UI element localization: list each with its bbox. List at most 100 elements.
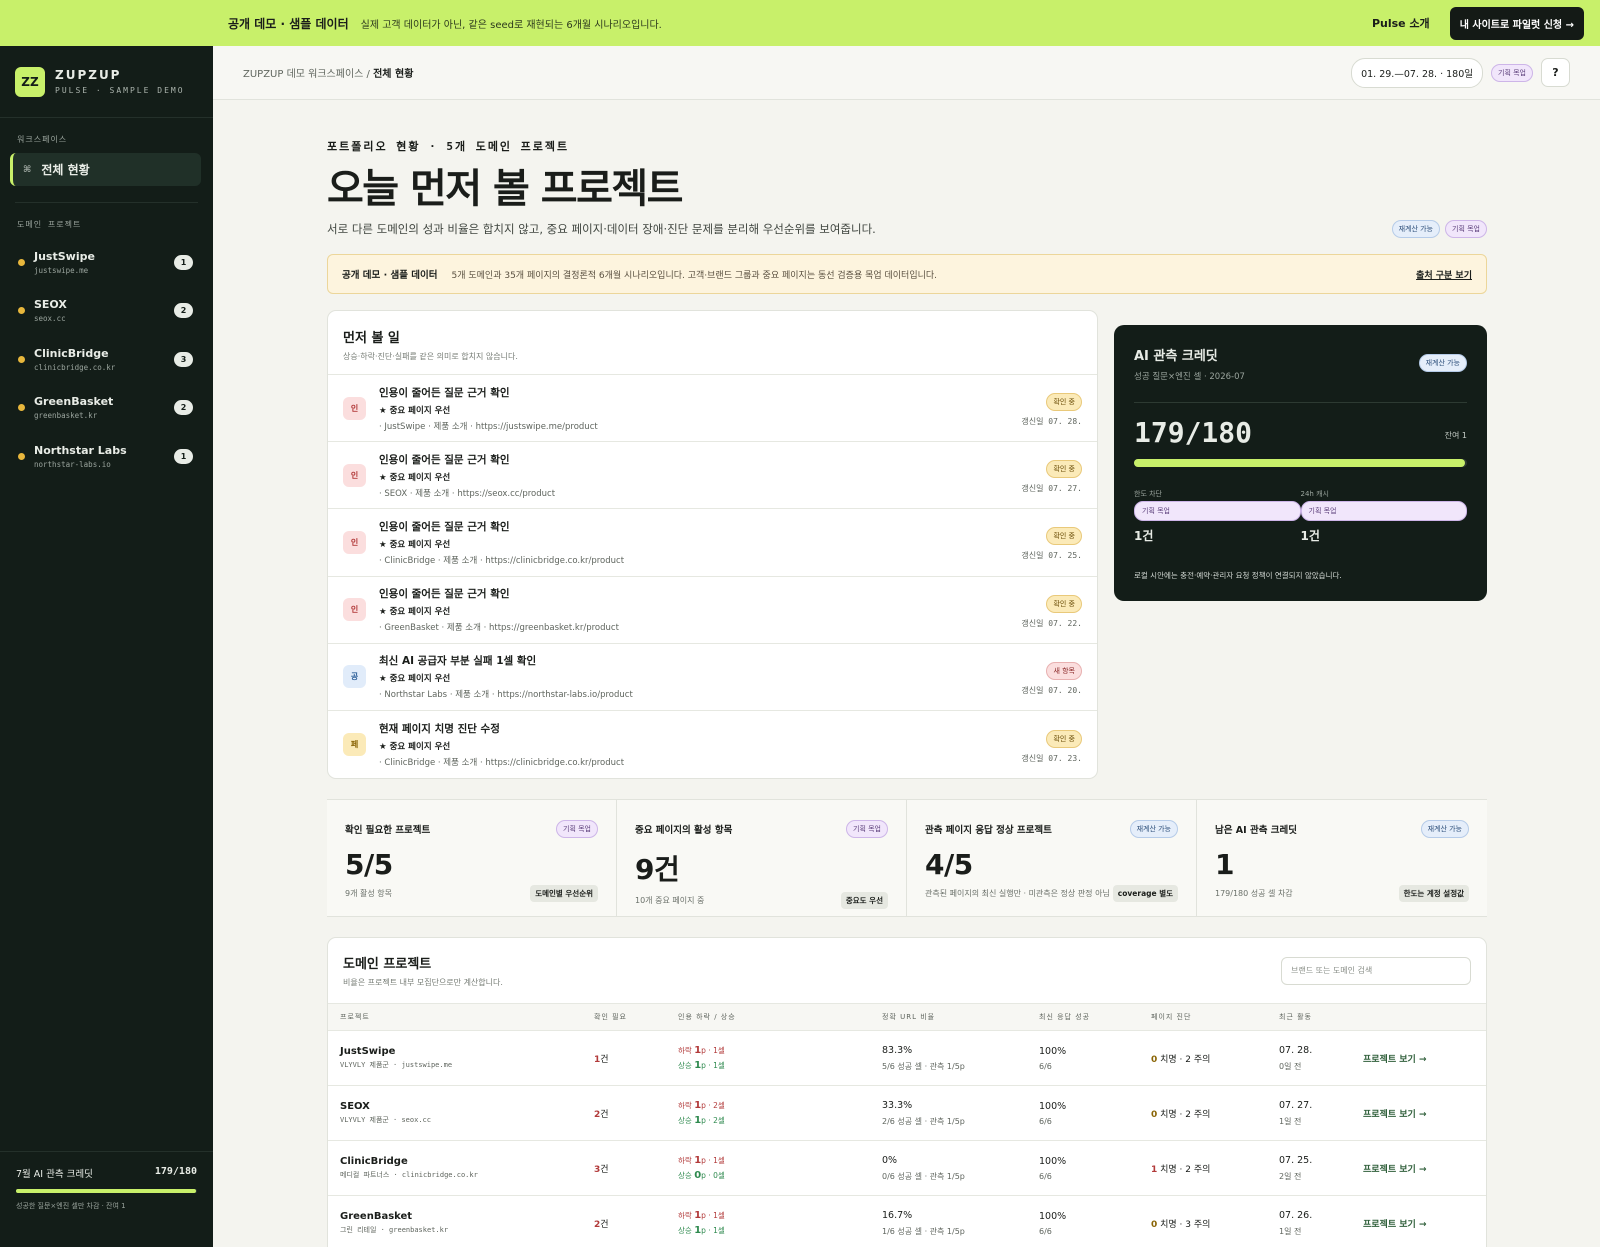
project-name: SEOX (34, 298, 67, 312)
view-project-link[interactable]: 프로젝트 보기 → (1363, 1217, 1427, 1230)
view-project-link[interactable]: 프로젝트 보기 → (1363, 1107, 1427, 1120)
sidebar-item-project[interactable]: SEOX seox.cc 2 (0, 287, 213, 336)
help-button[interactable]: ? (1541, 58, 1570, 87)
confirm-count: 2건 (594, 1109, 609, 1120)
task-title: 인용이 줄어든 질문 근거 확인 (379, 453, 510, 466)
kpi-strip: 확인 필요한 프로젝트 기획 목업 5/5 9개 활성 항목 도메인별 우선순위… (327, 799, 1487, 918)
response-detail: 6/6 (1039, 1226, 1052, 1236)
recalc-tag: 재계산 가능 (1391, 220, 1440, 238)
task-source: · Northstar Labs · 제품 소개 · https://north… (379, 690, 633, 701)
mock-tag: 기획 목업 (1491, 63, 1533, 82)
response-success: 100% (1039, 1045, 1067, 1057)
task-date: 갱신일 07. 25. (1021, 551, 1082, 561)
status-badge: 확인 중 (1046, 527, 1082, 546)
table-row[interactable]: ClinicBridge 메디컬 파트너스 · clinicbridge.co.… (328, 1141, 1486, 1197)
source-breakdown-link[interactable]: 출처 구분 보기 (1416, 268, 1472, 281)
citation-down: 하락 1p · 1셀 (678, 1210, 725, 1222)
task-item[interactable]: 인 인용이 줄어든 질문 근거 확인 ★ 중요 페이지 우선 · ClinicB… (328, 509, 1097, 577)
url-ratio: 83.3% (882, 1044, 913, 1056)
brand-name: ZUPZUP (55, 68, 122, 82)
task-item[interactable]: 인 인용이 줄어든 질문 근거 확인 ★ 중요 페이지 우선 · SEOX · … (328, 442, 1097, 510)
view-project-link[interactable]: 프로젝트 보기 → (1363, 1052, 1427, 1065)
page-diagnosis: 0 치명 · 2 주의 (1151, 1054, 1211, 1065)
kpi-card: 남은 AI 관측 크레딧 재계산 가능 1 179/180 성공 셀 차감 한도… (1197, 800, 1487, 916)
project-name: GreenBasket (340, 1211, 413, 1223)
view-project-link[interactable]: 프로젝트 보기 → (1363, 1162, 1427, 1175)
task-type-icon: 공 (343, 665, 366, 689)
project-name: JustSwipe (340, 1046, 396, 1058)
kpi-tag: 기획 목업 (846, 820, 888, 839)
task-source: · ClinicBridge · 제품 소개 · https://clinicb… (379, 758, 625, 769)
kpi-label: 관측 페이지 응답 정상 프로젝트 (925, 825, 1052, 837)
project-name: SEOX (340, 1101, 370, 1113)
breadcrumb-root[interactable]: ZUPZUP 데모 워크스페이스 (243, 69, 363, 80)
status-dot (18, 355, 25, 363)
table-row[interactable]: GreenBasket 그린 리테일 · greenbasket.kr 2건 하… (328, 1196, 1486, 1247)
notice-title: 공개 데모 · 샘플 데이터 (342, 270, 438, 281)
date-range-picker[interactable]: 01. 29.—07. 28. · 180일 (1351, 57, 1483, 88)
credit-policy-note: 로컬 시안에는 충전·예약·관리자 요청 정책이 연결되지 않았습니다. (1134, 571, 1342, 580)
confirm-count: 1건 (594, 1054, 609, 1065)
domain-search-input[interactable] (1281, 956, 1471, 985)
task-item[interactable]: 공 최신 AI 공급자 부분 실패 1셀 확인 ★ 중요 페이지 우선 · No… (328, 644, 1097, 711)
project-domain: northstar-labs.io (34, 459, 111, 469)
task-source: · ClinicBridge · 제품 소개 · https://clinicb… (379, 555, 625, 566)
sidebar-item-project[interactable]: ClinicBridge clinicbridge.co.kr 3 (0, 335, 213, 384)
project-domain: clinicbridge.co.kr (34, 362, 116, 372)
kpi-tag: 재계산 가능 (1420, 820, 1469, 839)
task-item[interactable]: 인 인용이 줄어든 질문 근거 확인 ★ 중요 페이지 우선 · JustSwi… (328, 375, 1097, 443)
sidebar: ZZ ZUPZUP PULSE · SAMPLE DEMO 워크스페이스 ⌘ 전… (0, 46, 213, 1247)
project-name: ClinicBridge (340, 1156, 408, 1168)
hero-eyebrow: 포트폴리오 현황 · 5개 도메인 프로젝트 (327, 140, 570, 153)
kpi-description: 10개 중요 페이지 중 (635, 896, 705, 906)
kpi-card: 관측 페이지 응답 정상 프로젝트 재계산 가능 4/5 관측된 페이지의 최신… (907, 800, 1197, 917)
brand-subtitle: PULSE · SAMPLE DEMO (55, 86, 185, 95)
table-row[interactable]: JustSwipe VLYVLY 제품군 · justswipe.me 1건 하… (328, 1031, 1486, 1087)
pulse-intro-link[interactable]: Pulse 소개 (1372, 15, 1430, 31)
credit-progress-bar (1134, 459, 1467, 467)
pilot-apply-button[interactable]: 내 사이트로 파일럿 신청 → (1449, 6, 1584, 40)
domain-projects-panel: 도메인 프로젝트 비율은 프로젝트 내부 모집단으로만 계산합니다. 프로젝트 … (327, 937, 1487, 1247)
task-item[interactable]: 페 현재 페이지 치명 진단 수정 ★ 중요 페이지 우선 · ClinicBr… (328, 711, 1097, 778)
task-type-icon: 인 (343, 463, 366, 487)
sample-data-notice: 공개 데모 · 샘플 데이터 5개 도메인과 35개 페이지의 결정론적 6개월… (327, 254, 1487, 294)
notice-description: 5개 도메인과 35개 페이지의 결정론적 6개월 시나리오입니다. 고객·브랜… (451, 270, 938, 281)
task-item[interactable]: 인 인용이 줄어든 질문 근거 확인 ★ 중요 페이지 우선 · GreenBa… (328, 577, 1097, 644)
sidebar-item-project[interactable]: Northstar Labs northstar-labs.io 1 (0, 432, 213, 481)
response-success: 100% (1039, 1100, 1067, 1112)
projects-section-label: 도메인 프로젝트 (17, 220, 82, 229)
recent-activity-ago: 2일 전 (1279, 1171, 1302, 1181)
brand-logo[interactable]: ZZ ZUPZUP PULSE · SAMPLE DEMO (0, 46, 213, 118)
citation-up: 상승 0p · 0셀 (678, 1170, 725, 1182)
kpi-tag: 기획 목업 (556, 820, 598, 839)
page-title: 오늘 먼저 볼 프로젝트 (327, 166, 683, 212)
url-ratio: 0% (882, 1154, 898, 1166)
recent-activity-ago: 0일 전 (1279, 1061, 1302, 1071)
workspace-section-label: 워크스페이스 (17, 135, 68, 144)
logo-mark: ZZ (15, 66, 45, 97)
sidebar-item-project[interactable]: JustSwipe justswipe.me 1 (0, 238, 213, 287)
sidebar-item-overview[interactable]: ⌘ 전체 현황 (10, 153, 201, 186)
credit-remaining: 잔여 1 (1444, 431, 1467, 440)
count-badge: 3 (174, 351, 193, 367)
task-type-icon: 인 (343, 530, 366, 554)
sidebar-item-project[interactable]: GreenBasket greenbasket.kr 2 (0, 384, 213, 433)
table-row[interactable]: SEOX VLYVLY 제품군 · seox.cc 2건 하락 1p · 2셀 … (328, 1086, 1486, 1142)
breadcrumb: ZUPZUP 데모 워크스페이스 / 전체 현황 (243, 69, 414, 80)
credit-progress-bar (16, 1189, 197, 1193)
page-lead: 서로 다른 도메인의 성과 비율은 합치지 않고, 중요 페이지·데이터 장애·… (327, 222, 876, 236)
kpi-label: 확인 필요한 프로젝트 (345, 825, 431, 837)
task-title: 인용이 줄어든 질문 근거 확인 (379, 588, 510, 601)
project-group: 메디컬 파트너스 · clinicbridge.co.kr (340, 1171, 478, 1180)
task-priority: ★ 중요 페이지 우선 (379, 539, 451, 550)
table-header: 프로젝트 확인 필요 인용 하락 / 상승 정확 URL 비율 최신 응답 성공… (328, 1003, 1486, 1032)
page-diagnosis: 0 치명 · 2 주의 (1151, 1109, 1211, 1120)
task-priority: ★ 중요 페이지 우선 (379, 674, 451, 685)
task-source: · JustSwipe · 제품 소개 · https://justswipe.… (379, 421, 598, 432)
task-priority: ★ 중요 페이지 우선 (379, 472, 451, 483)
response-detail: 6/6 (1039, 1061, 1052, 1071)
task-type-icon: 인 (343, 598, 366, 622)
top-bar: ZUPZUP 데모 워크스페이스 / 전체 현황 01. 29.—07. 28.… (213, 46, 1600, 100)
credit-used-value: 179/180 (1134, 416, 1253, 449)
banner-title: 공개 데모 · 샘플 데이터 (228, 16, 349, 31)
